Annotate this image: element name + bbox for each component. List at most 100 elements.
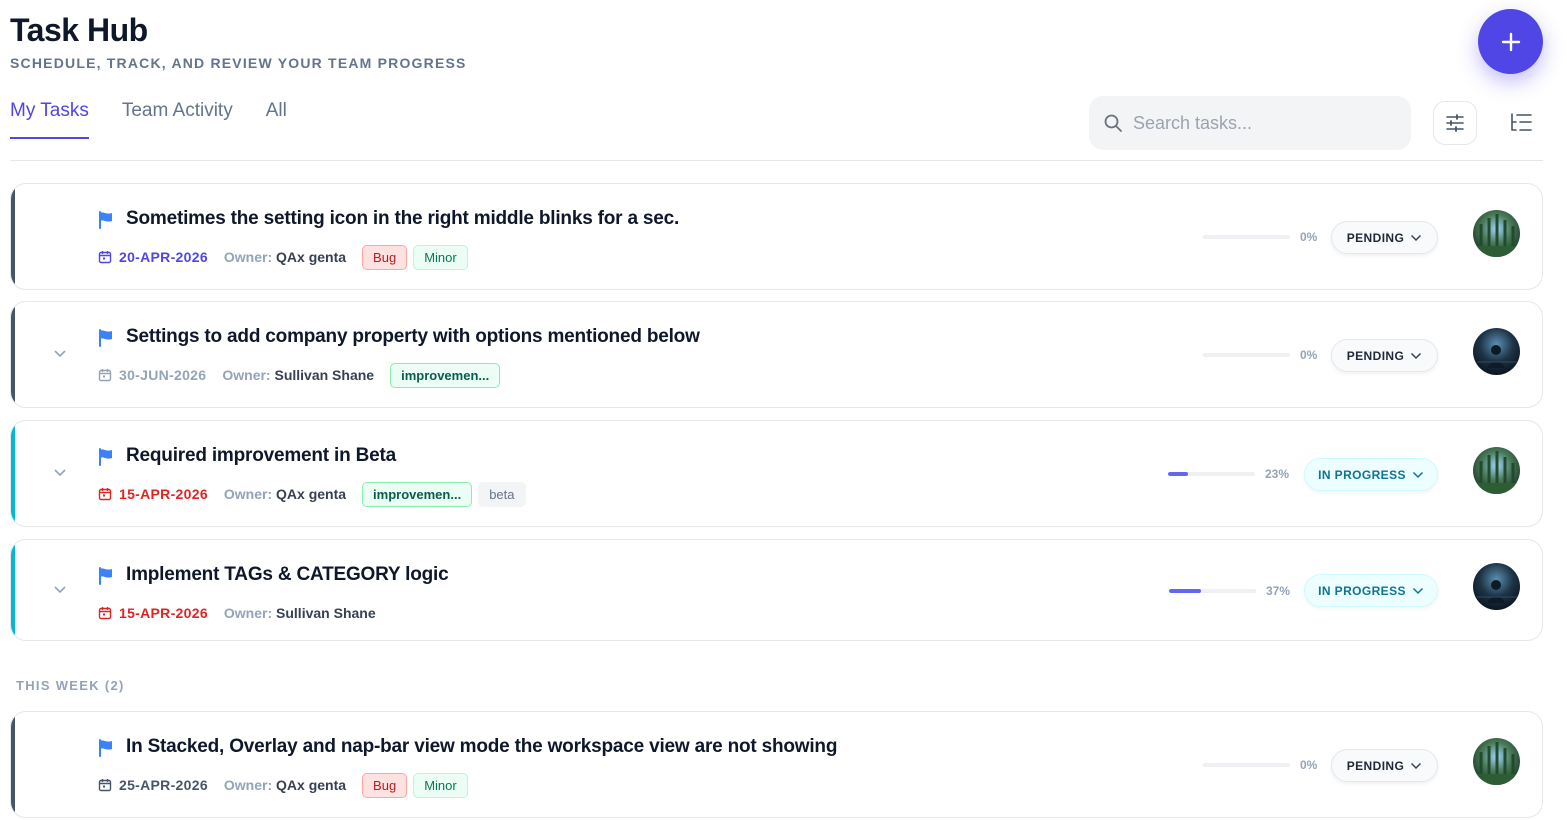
calendar-icon (98, 779, 112, 792)
owner: Owner: QAx genta (223, 249, 347, 265)
progress-percent: 0% (1300, 758, 1318, 772)
page-subtitle: SCHEDULE, TRACK, AND REVIEW YOUR TEAM PR… (10, 55, 467, 71)
owner: Owner: QAx genta (223, 777, 347, 793)
tag-improvement[interactable]: improvemen... (390, 362, 501, 388)
chevron-down-icon (1411, 234, 1422, 241)
status-stripe (11, 712, 15, 817)
page-header: Task Hub SCHEDULE, TRACK, AND REVIEW YOU… (10, 12, 467, 71)
tag-minor[interactable]: Minor (413, 244, 468, 270)
tabs-divider (10, 160, 1543, 161)
due-date: 30-JUN-2026 (98, 367, 206, 383)
progress-bar (1168, 472, 1255, 476)
progress-percent: 0% (1300, 348, 1318, 362)
task-meta: 30-JUN-2026 Owner: Sullivan Shane improv… (98, 362, 506, 388)
calendar-icon (98, 369, 112, 382)
assignee-avatar[interactable] (1473, 210, 1520, 257)
tab-bar: My Tasks Team Activity All (10, 100, 320, 139)
owner: Owner: QAx genta (223, 486, 347, 502)
task-meta: 15-APR-2026 Owner: Sullivan Shane (98, 600, 392, 626)
tab-all[interactable]: All (266, 100, 287, 139)
task-title[interactable]: Settings to add company property with op… (126, 326, 700, 348)
filter-button[interactable] (1433, 101, 1477, 145)
plus-icon (1501, 32, 1520, 51)
status-dropdown[interactable]: PENDING (1331, 749, 1438, 782)
task-card[interactable]: Settings to add company property with op… (10, 301, 1543, 408)
progress-bar (1203, 235, 1290, 239)
chevron-down-icon (1411, 762, 1422, 769)
task-meta: 20-APR-2026 Owner: QAx genta Bug Minor (98, 244, 474, 270)
progress-bar (1203, 763, 1290, 767)
task-title[interactable]: Required improvement in Beta (126, 445, 396, 467)
tag-improvement[interactable]: improvemen... (362, 481, 473, 507)
assignee-avatar[interactable] (1473, 738, 1520, 785)
flag-icon (99, 329, 112, 347)
task-title[interactable]: Implement TAGs & CATEGORY logic (126, 564, 449, 586)
progress-bar (1169, 589, 1256, 593)
tag-minor[interactable]: Minor (413, 772, 468, 798)
chevron-down-icon (1412, 587, 1423, 594)
sliders-icon (1446, 114, 1464, 132)
assignee-avatar[interactable] (1473, 328, 1520, 375)
task-card[interactable]: Implement TAGs & CATEGORY logic 15-APR-2… (10, 539, 1543, 641)
flag-icon (99, 448, 112, 466)
tag-bug[interactable]: Bug (362, 244, 408, 270)
status-dropdown[interactable]: IN PROGRESS (1304, 458, 1438, 491)
section-this-week: THIS WEEK (2) (16, 678, 125, 693)
flag-icon (99, 211, 112, 229)
owner-name: QAx genta (276, 777, 347, 793)
flag-icon (99, 739, 112, 757)
due-date: 25-APR-2026 (98, 777, 208, 793)
due-date-text: 25-APR-2026 (119, 777, 208, 793)
list-view-button[interactable] (1499, 101, 1543, 145)
expand-chevron-icon[interactable] (51, 580, 69, 598)
progress-percent: 37% (1266, 584, 1291, 598)
calendar-icon (98, 607, 112, 620)
assignee-avatar[interactable] (1473, 563, 1520, 610)
search-box (1089, 96, 1411, 150)
add-task-button[interactable] (1478, 9, 1543, 74)
due-date-text: 20-APR-2026 (119, 249, 208, 265)
assignee-avatar[interactable] (1473, 447, 1520, 494)
task-title[interactable]: Sometimes the setting icon in the right … (126, 208, 679, 230)
due-date-text: 15-APR-2026 (119, 486, 208, 502)
chevron-down-icon (1411, 352, 1422, 359)
owner-name: QAx genta (276, 486, 347, 502)
status-dropdown[interactable]: PENDING (1331, 339, 1438, 372)
status-stripe (11, 302, 15, 407)
search-input[interactable] (1133, 112, 1393, 134)
status-stripe (11, 421, 15, 526)
expand-chevron-icon[interactable] (51, 344, 69, 362)
due-date-text: 15-APR-2026 (119, 605, 208, 621)
calendar-icon (98, 488, 112, 501)
task-meta: 15-APR-2026 Owner: QAx genta improvemen.… (98, 481, 532, 507)
search-icon (1104, 114, 1122, 132)
status-dropdown[interactable]: PENDING (1331, 221, 1438, 254)
due-date-text: 30-JUN-2026 (119, 367, 207, 383)
page-title: Task Hub (10, 12, 148, 48)
progress-bar (1203, 353, 1290, 357)
due-date: 20-APR-2026 (98, 249, 208, 265)
task-card[interactable]: Sometimes the setting icon in the right … (10, 183, 1543, 290)
tag-beta[interactable]: beta (478, 481, 526, 507)
task-card[interactable]: Required improvement in Beta 15-APR-2026… (10, 420, 1543, 527)
tab-team-activity[interactable]: Team Activity (122, 100, 233, 139)
progress-percent: 0% (1300, 230, 1318, 244)
calendar-icon (98, 251, 112, 264)
flag-icon (99, 567, 112, 585)
owner: Owner: Sullivan Shane (222, 367, 375, 383)
due-date: 15-APR-2026 (98, 605, 208, 621)
owner-name: Sullivan Shane (276, 605, 376, 621)
owner-name: Sullivan Shane (274, 367, 375, 383)
task-meta: 25-APR-2026 Owner: QAx genta Bug Minor (98, 772, 474, 798)
tab-my-tasks[interactable]: My Tasks (10, 100, 89, 139)
status-stripe (11, 540, 15, 640)
task-title[interactable]: In Stacked, Overlay and nap-bar view mod… (126, 736, 837, 758)
tree-list-icon (1511, 113, 1532, 131)
task-card[interactable]: In Stacked, Overlay and nap-bar view mod… (10, 711, 1543, 818)
expand-chevron-icon[interactable] (51, 463, 69, 481)
status-dropdown[interactable]: IN PROGRESS (1304, 574, 1438, 607)
progress-percent: 23% (1265, 467, 1290, 481)
owner-name: QAx genta (276, 249, 347, 265)
chevron-down-icon (1412, 471, 1423, 478)
tag-bug[interactable]: Bug (362, 772, 408, 798)
